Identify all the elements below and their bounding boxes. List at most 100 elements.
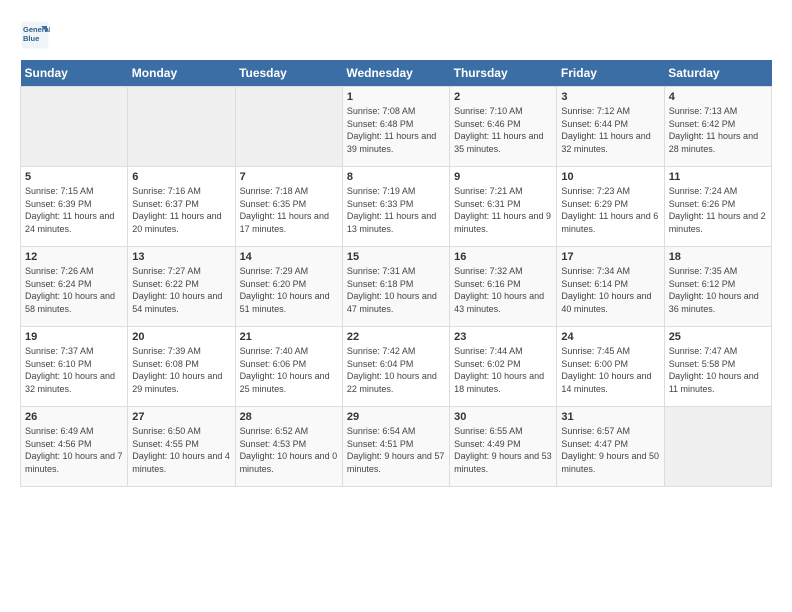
day-info: Sunrise: 6:49 AM Sunset: 4:56 PM Dayligh… [25,425,123,475]
day-number: 10 [561,171,659,183]
day-info: Sunrise: 7:35 AM Sunset: 6:12 PM Dayligh… [669,265,767,315]
day-number: 21 [240,331,338,343]
calendar-cell: 15Sunrise: 7:31 AM Sunset: 6:18 PM Dayli… [342,247,449,327]
day-number: 31 [561,411,659,423]
week-row-4: 19Sunrise: 7:37 AM Sunset: 6:10 PM Dayli… [21,327,772,407]
day-number: 14 [240,251,338,263]
day-info: Sunrise: 6:55 AM Sunset: 4:49 PM Dayligh… [454,425,552,475]
weekday-header-tuesday: Tuesday [235,60,342,87]
calendar-cell: 31 Sunrise: 6:57 AM Sunset: 4:47 PM Dayli… [557,407,664,487]
calendar-cell: 22 Sunrise: 7:42 AM Sunset: 6:04 PM Dayli… [342,327,449,407]
logo-icon: General Blue [20,20,50,50]
calendar-cell: 3 Sunrise: 7:12 AM Sunset: 6:44 PM Daylig… [557,87,664,167]
day-number: 1 [347,91,445,103]
day-number: 9 [454,171,552,183]
day-info: Sunrise: 7:19 AM Sunset: 6:33 PM Dayligh… [347,185,445,235]
day-number: 24 [561,331,659,343]
week-row-1: 1Sunrise: 7:08 AM Sunset: 6:48 PM Daylig… [21,87,772,167]
day-number: 25 [669,331,767,343]
day-number: 3 [561,91,659,103]
calendar-cell [128,87,235,167]
calendar-cell: 2 Sunrise: 7:10 AM Sunset: 6:46 PM Daylig… [450,87,557,167]
calendar-cell: 30 Sunrise: 6:55 AM Sunset: 4:49 PM Dayli… [450,407,557,487]
day-info: Sunrise: 7:26 AM Sunset: 6:24 PM Dayligh… [25,265,123,315]
day-info: Sunrise: 6:57 AM Sunset: 4:47 PM Dayligh… [561,425,659,475]
calendar-cell [235,87,342,167]
calendar-cell: 23Sunrise: 7:44 AM Sunset: 6:02 PM Dayli… [450,327,557,407]
day-number: 20 [132,331,230,343]
day-info: Sunrise: 7:31 AM Sunset: 6:18 PM Dayligh… [347,265,445,315]
weekday-header-sunday: Sunday [21,60,128,87]
day-info: Sunrise: 7:45 AM Sunset: 6:00 PM Dayligh… [561,345,659,395]
calendar-cell: 16Sunrise: 7:32 AM Sunset: 6:16 PM Dayli… [450,247,557,327]
day-number: 6 [132,171,230,183]
calendar-cell [21,87,128,167]
calendar-cell: 5 Sunrise: 7:15 AM Sunset: 6:39 PM Daylig… [21,167,128,247]
day-number: 28 [240,411,338,423]
day-info: Sunrise: 7:18 AM Sunset: 6:35 PM Dayligh… [240,185,338,235]
calendar-cell: 10 Sunrise: 7:23 AM Sunset: 6:29 PM Dayli… [557,167,664,247]
day-info: Sunrise: 7:37 AM Sunset: 6:10 PM Dayligh… [25,345,123,395]
week-row-5: 26 Sunrise: 6:49 AM Sunset: 4:56 PM Dayli… [21,407,772,487]
day-info: Sunrise: 7:34 AM Sunset: 6:14 PM Dayligh… [561,265,659,315]
day-info: Sunrise: 7:15 AM Sunset: 6:39 PM Dayligh… [25,185,123,235]
weekday-header-thursday: Thursday [450,60,557,87]
day-info: Sunrise: 7:40 AM Sunset: 6:06 PM Dayligh… [240,345,338,395]
day-info: Sunrise: 7:12 AM Sunset: 6:44 PM Dayligh… [561,105,659,155]
calendar-cell: 24 Sunrise: 7:45 AM Sunset: 6:00 PM Dayli… [557,327,664,407]
day-number: 13 [132,251,230,263]
day-number: 30 [454,411,552,423]
calendar-cell: 25 Sunrise: 7:47 AM Sunset: 5:58 PM Dayli… [664,327,771,407]
calendar-cell: 13 Sunrise: 7:27 AM Sunset: 6:22 PM Dayli… [128,247,235,327]
header: General Blue [20,20,772,50]
day-info: Sunrise: 7:10 AM Sunset: 6:46 PM Dayligh… [454,105,552,155]
svg-text:Blue: Blue [23,34,39,43]
day-info: Sunrise: 7:24 AM Sunset: 6:26 PM Dayligh… [669,185,767,235]
calendar-cell: 4Sunrise: 7:13 AM Sunset: 6:42 PM Daylig… [664,87,771,167]
day-number: 8 [347,171,445,183]
calendar-cell: 12 Sunrise: 7:26 AM Sunset: 6:24 PM Dayli… [21,247,128,327]
weekday-header-saturday: Saturday [664,60,771,87]
calendar-cell: 1Sunrise: 7:08 AM Sunset: 6:48 PM Daylig… [342,87,449,167]
day-info: Sunrise: 7:21 AM Sunset: 6:31 PM Dayligh… [454,185,552,235]
day-info: Sunrise: 7:16 AM Sunset: 6:37 PM Dayligh… [132,185,230,235]
weekday-header-friday: Friday [557,60,664,87]
calendar-header: SundayMondayTuesdayWednesdayThursdayFrid… [21,60,772,87]
day-info: Sunrise: 6:54 AM Sunset: 4:51 PM Dayligh… [347,425,445,475]
day-number: 18 [669,251,767,263]
day-number: 29 [347,411,445,423]
calendar-cell: 20 Sunrise: 7:39 AM Sunset: 6:08 PM Dayli… [128,327,235,407]
day-number: 7 [240,171,338,183]
day-number: 5 [25,171,123,183]
logo: General Blue [20,20,54,50]
day-info: Sunrise: 7:23 AM Sunset: 6:29 PM Dayligh… [561,185,659,235]
day-number: 11 [669,171,767,183]
calendar-cell: 6 Sunrise: 7:16 AM Sunset: 6:37 PM Daylig… [128,167,235,247]
day-number: 2 [454,91,552,103]
calendar-cell: 8 Sunrise: 7:19 AM Sunset: 6:33 PM Daylig… [342,167,449,247]
day-info: Sunrise: 6:52 AM Sunset: 4:53 PM Dayligh… [240,425,338,475]
day-info: Sunrise: 7:39 AM Sunset: 6:08 PM Dayligh… [132,345,230,395]
calendar-cell: 17 Sunrise: 7:34 AM Sunset: 6:14 PM Dayli… [557,247,664,327]
day-info: Sunrise: 6:50 AM Sunset: 4:55 PM Dayligh… [132,425,230,475]
calendar-cell: 14 Sunrise: 7:29 AM Sunset: 6:20 PM Dayli… [235,247,342,327]
day-number: 12 [25,251,123,263]
day-number: 26 [25,411,123,423]
calendar-cell: 9 Sunrise: 7:21 AM Sunset: 6:31 PM Daylig… [450,167,557,247]
calendar-cell: 19Sunrise: 7:37 AM Sunset: 6:10 PM Dayli… [21,327,128,407]
calendar-body: 1Sunrise: 7:08 AM Sunset: 6:48 PM Daylig… [21,87,772,487]
day-number: 17 [561,251,659,263]
calendar-cell: 7 Sunrise: 7:18 AM Sunset: 6:35 PM Daylig… [235,167,342,247]
day-info: Sunrise: 7:44 AM Sunset: 6:02 PM Dayligh… [454,345,552,395]
day-info: Sunrise: 7:32 AM Sunset: 6:16 PM Dayligh… [454,265,552,315]
day-number: 22 [347,331,445,343]
day-info: Sunrise: 7:27 AM Sunset: 6:22 PM Dayligh… [132,265,230,315]
day-info: Sunrise: 7:29 AM Sunset: 6:20 PM Dayligh… [240,265,338,315]
calendar-cell: 18 Sunrise: 7:35 AM Sunset: 6:12 PM Dayli… [664,247,771,327]
day-info: Sunrise: 7:42 AM Sunset: 6:04 PM Dayligh… [347,345,445,395]
day-info: Sunrise: 7:47 AM Sunset: 5:58 PM Dayligh… [669,345,767,395]
calendar-cell [664,407,771,487]
calendar-table: SundayMondayTuesdayWednesdayThursdayFrid… [20,60,772,487]
calendar-cell: 26 Sunrise: 6:49 AM Sunset: 4:56 PM Dayli… [21,407,128,487]
weekday-header-wednesday: Wednesday [342,60,449,87]
